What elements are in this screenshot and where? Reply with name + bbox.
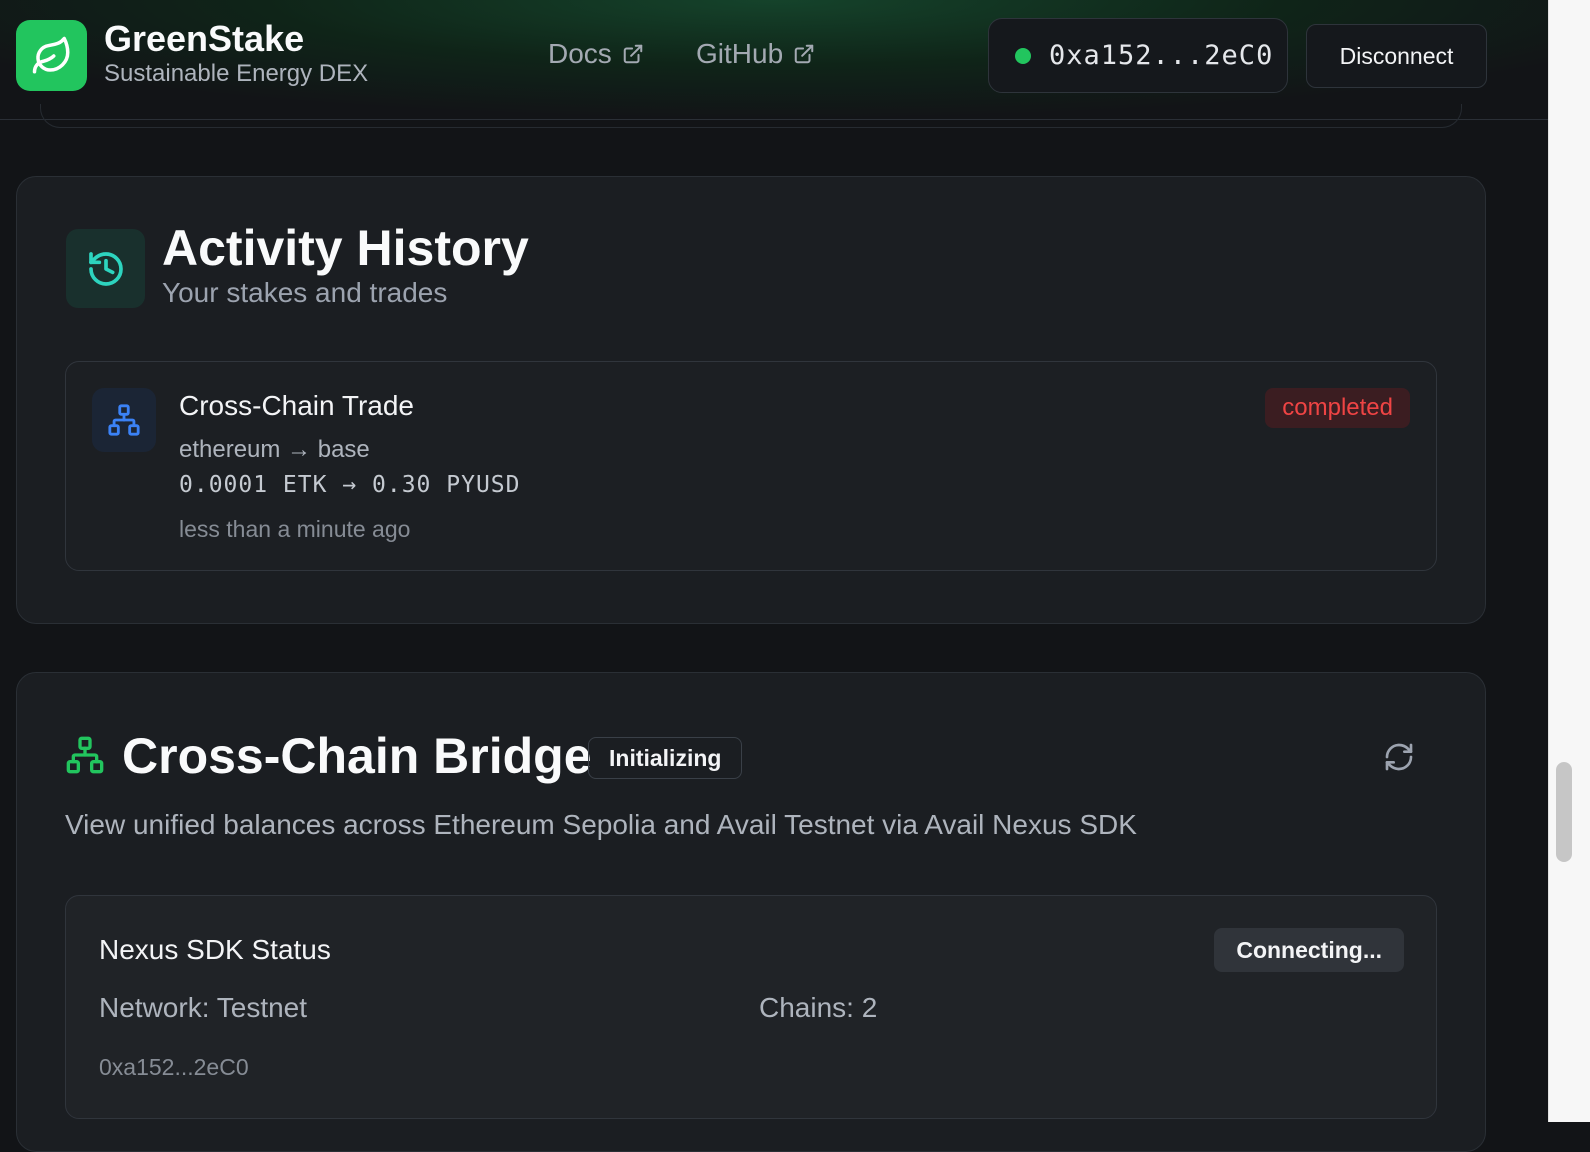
activity-item[interactable]: Cross-Chain Trade ethereum → base 0.0001… bbox=[65, 361, 1437, 571]
connection-status-dot bbox=[1015, 47, 1031, 64]
refresh-icon bbox=[1385, 743, 1413, 771]
status-badge: completed bbox=[1265, 388, 1410, 428]
history-icon bbox=[88, 251, 123, 286]
activity-item-route: ethereum → base bbox=[179, 436, 370, 463]
brand-title: GreenStake bbox=[104, 18, 305, 59]
wallet-address-pill[interactable]: 0xa152...2eC0 bbox=[988, 18, 1288, 93]
network-icon bbox=[66, 736, 104, 774]
chains-count: Chains: 2 bbox=[759, 992, 878, 1023]
network-label: Network: Testnet bbox=[99, 992, 308, 1023]
activity-item-icon-box bbox=[92, 388, 156, 452]
nav-link-docs[interactable]: Docs bbox=[548, 38, 644, 70]
activity-title: Activity History bbox=[162, 220, 529, 276]
external-link-icon bbox=[623, 44, 643, 64]
connection-state-badge: Connecting... bbox=[1214, 928, 1404, 972]
nexus-status-title: Nexus SDK Status bbox=[99, 934, 331, 965]
nav-link-label: Docs bbox=[548, 38, 612, 69]
previous-card-edge bbox=[40, 104, 1462, 128]
bridge-status-badge: Initializing bbox=[588, 737, 743, 779]
activity-item-time: less than a minute ago bbox=[179, 516, 411, 542]
wallet-address: 0xa152...2eC0 bbox=[1049, 40, 1274, 71]
bridge-description: View unified balances across Ethereum Se… bbox=[65, 809, 1137, 840]
history-icon-box bbox=[66, 229, 145, 308]
app-header: GreenStake Sustainable Energy DEX Docs G… bbox=[0, 0, 1548, 120]
nav-link-github[interactable]: GitHub bbox=[696, 38, 815, 70]
activity-subtitle: Your stakes and trades bbox=[162, 277, 448, 308]
scrollbar-track[interactable] bbox=[1548, 0, 1590, 1122]
activity-history-card: Activity History Your stakes and trades … bbox=[16, 176, 1486, 624]
scrollbar-thumb[interactable] bbox=[1556, 762, 1572, 862]
network-icon bbox=[108, 404, 140, 436]
activity-item-amount: 0.0001 ETK → 0.30 PYUSD bbox=[179, 472, 521, 498]
bridge-title: Cross-Chain Bridge bbox=[122, 728, 592, 784]
brand-subtitle: Sustainable Energy DEX bbox=[104, 60, 369, 87]
leaf-icon bbox=[32, 36, 69, 73]
activity-item-title: Cross-Chain Trade bbox=[179, 390, 414, 421]
refresh-button[interactable] bbox=[1381, 739, 1417, 775]
nav-link-label: GitHub bbox=[696, 38, 784, 69]
cross-chain-bridge-card: Cross-Chain Bridge Initializing View uni… bbox=[16, 672, 1486, 1152]
disconnect-button[interactable]: Disconnect bbox=[1306, 24, 1487, 88]
nexus-sdk-status-panel: Nexus SDK Status Connecting... Network: … bbox=[65, 895, 1437, 1119]
sdk-wallet-address: 0xa152...2eC0 bbox=[99, 1054, 249, 1080]
external-link-icon bbox=[794, 44, 814, 64]
app-logo[interactable] bbox=[16, 20, 87, 91]
